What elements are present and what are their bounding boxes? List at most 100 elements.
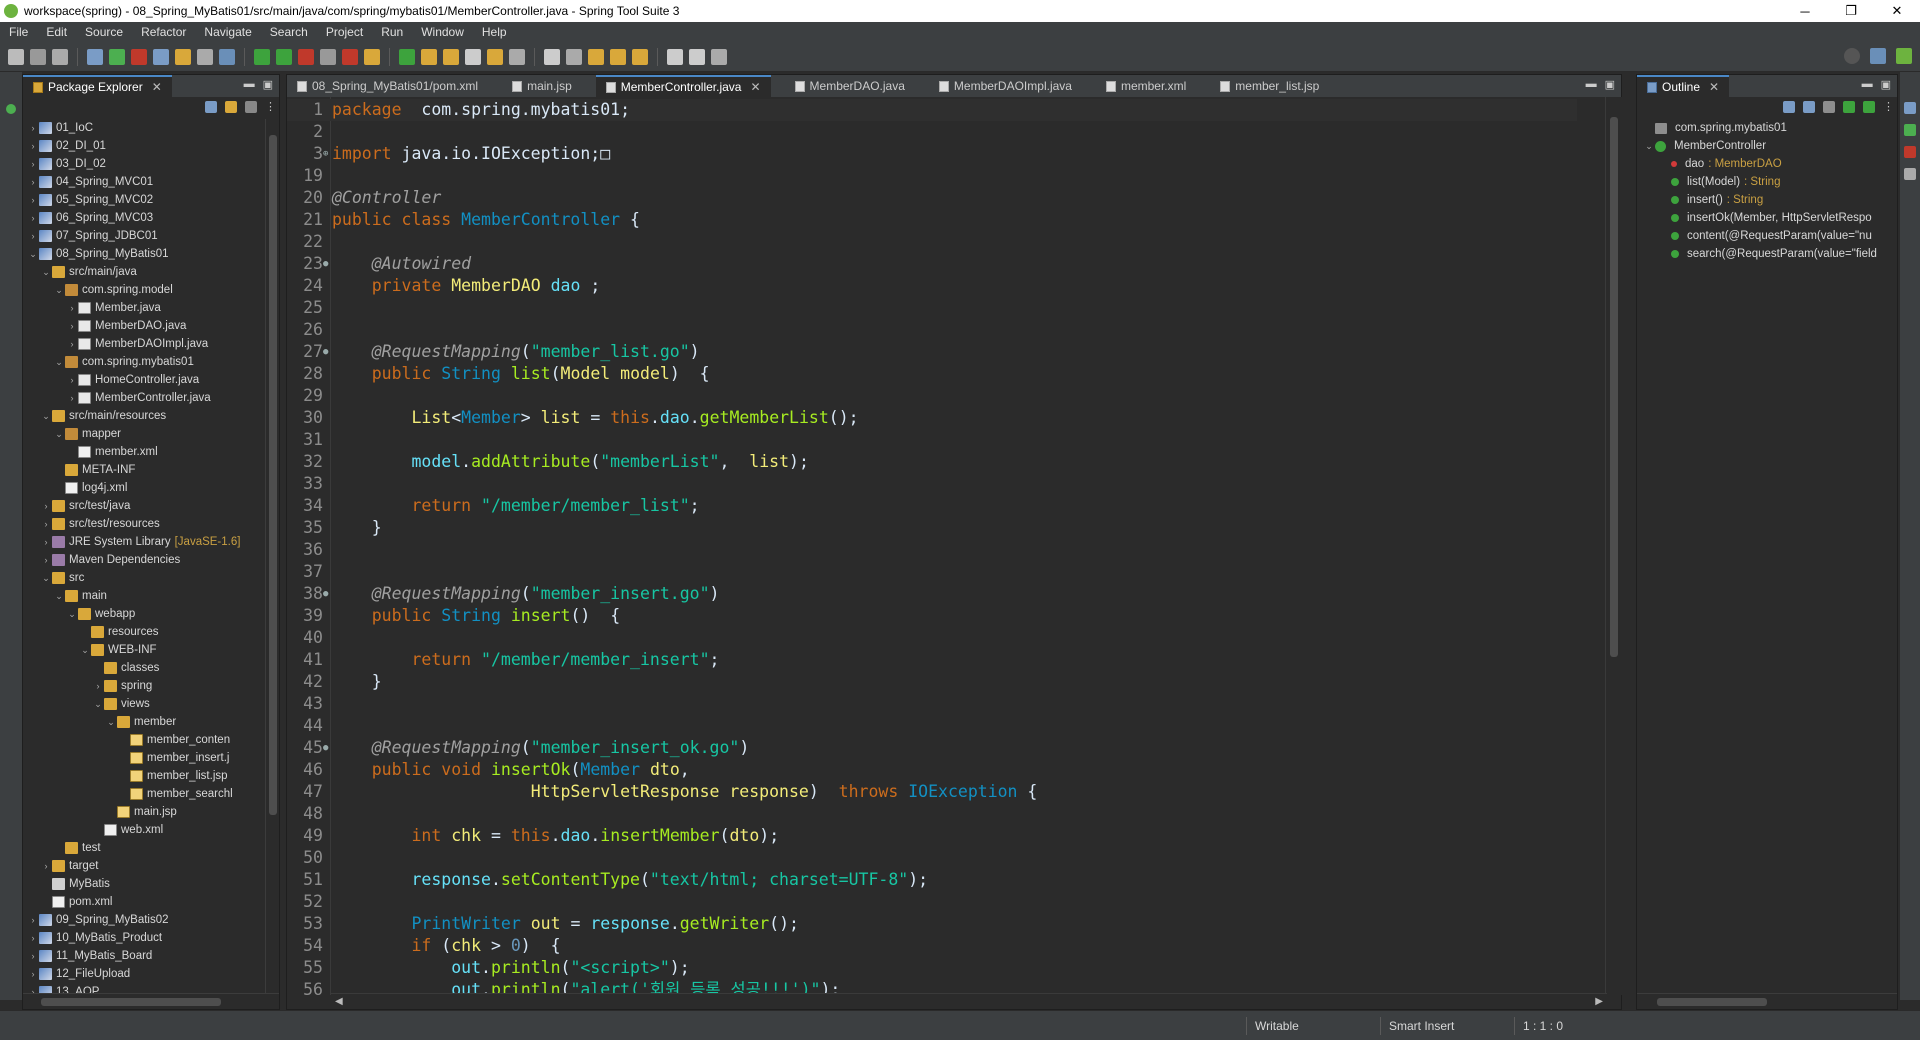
maximize-view-icon[interactable]: ▣ <box>1605 78 1615 91</box>
tree-item[interactable]: member.xml <box>23 443 267 461</box>
editor-horizontal-scrollbar[interactable]: ◀ ▶ <box>331 993 1607 1009</box>
editor-tab[interactable]: main.jsp <box>502 75 582 97</box>
chevron-right-icon[interactable]: › <box>27 911 39 929</box>
toolbar-button-icon[interactable] <box>8 48 24 65</box>
editor-tab[interactable]: MemberController.java ✕ <box>595 75 771 98</box>
editor-vertical-scrollbar[interactable] <box>1605 97 1621 995</box>
fold-marker-icon[interactable]: ● <box>323 341 328 363</box>
close-icon[interactable]: ✕ <box>750 76 760 98</box>
scrollbar-thumb[interactable] <box>1657 998 1767 1006</box>
toolbar-button-icon[interactable] <box>544 48 560 65</box>
editor-tab[interactable]: MemberDAOImpl.java <box>929 75 1082 97</box>
tree-item[interactable]: member_conten <box>23 731 267 749</box>
tree-item[interactable]: › MemberController.java <box>23 389 267 407</box>
hide-nonpublic-icon[interactable] <box>1843 101 1855 113</box>
collapse-all-icon[interactable] <box>205 101 217 113</box>
tree-item[interactable]: › 01_IoC <box>23 119 267 137</box>
editor-tab[interactable]: member_list.jsp <box>1210 75 1329 97</box>
tree-item[interactable]: META-INF <box>23 461 267 479</box>
tree-item[interactable]: web.xml <box>23 821 267 839</box>
maximize-view-icon[interactable]: ▣ <box>263 78 273 91</box>
tab-package-explorer[interactable]: Package Explorer ✕ <box>23 75 172 97</box>
toolbar-button-icon[interactable] <box>30 48 46 65</box>
chevron-down-icon[interactable]: ⌄ <box>53 281 65 299</box>
fold-marker-icon[interactable]: ● <box>323 737 328 759</box>
chevron-down-icon[interactable]: ⌄ <box>53 353 65 371</box>
minimize-view-icon[interactable]: ▬ <box>1862 78 1873 91</box>
outline-item[interactable]: content(@RequestParam(value="nu <box>1637 227 1899 245</box>
toolbar-button-icon[interactable] <box>342 48 358 65</box>
view-menu-icon[interactable]: ⋮ <box>1883 101 1894 113</box>
outline-item[interactable]: insert(): String <box>1637 191 1899 209</box>
toolbar-button-icon[interactable] <box>487 48 503 65</box>
spring-explorer-icon[interactable] <box>1904 124 1916 136</box>
toolbar-button-icon[interactable] <box>509 48 525 65</box>
chevron-right-icon[interactable]: › <box>40 857 52 875</box>
link-with-editor-icon[interactable] <box>225 101 237 113</box>
outline-item[interactable]: ⌄ MemberController <box>1637 137 1899 155</box>
chevron-right-icon[interactable]: › <box>66 389 78 407</box>
outline-item[interactable]: list(Model): String <box>1637 173 1899 191</box>
tree-item[interactable]: ⌄ com.spring.mybatis01 <box>23 353 267 371</box>
toolbar-button-icon[interactable] <box>399 48 415 65</box>
menu-source[interactable]: Source <box>76 25 132 39</box>
tree-item[interactable]: test <box>23 839 267 857</box>
toolbar-button-icon[interactable] <box>254 48 270 65</box>
tree-item[interactable]: ⌄ com.spring.model <box>23 281 267 299</box>
chevron-down-icon[interactable]: ⌄ <box>79 641 91 659</box>
close-icon[interactable]: ✕ <box>1709 76 1719 98</box>
chevron-right-icon[interactable]: › <box>27 137 39 155</box>
tree-item[interactable]: classes <box>23 659 267 677</box>
tree-item[interactable]: › 02_DI_01 <box>23 137 267 155</box>
close-icon[interactable]: ✕ <box>152 76 162 98</box>
minimize-view-icon[interactable]: ▬ <box>244 78 255 91</box>
chevron-right-icon[interactable]: › <box>27 191 39 209</box>
toolbar-button-icon[interactable] <box>566 48 582 65</box>
minimize-view-icon[interactable]: ▬ <box>1586 78 1597 91</box>
tree-item[interactable]: ⌄ main <box>23 587 267 605</box>
tree-item[interactable]: › 12_FileUpload <box>23 965 267 983</box>
tree-item[interactable]: ⌄ src/main/resources <box>23 407 267 425</box>
toolbar-button-icon[interactable] <box>52 48 68 65</box>
toolbar-button-icon[interactable] <box>421 48 437 65</box>
tree-item[interactable]: › 09_Spring_MyBatis02 <box>23 911 267 929</box>
boot-dashboard-icon[interactable] <box>6 104 16 114</box>
hide-fields-icon[interactable] <box>1803 101 1815 113</box>
chevron-right-icon[interactable]: › <box>92 677 104 695</box>
scroll-right-icon[interactable]: ▶ <box>1595 996 1603 1007</box>
menu-run[interactable]: Run <box>372 25 412 39</box>
tree-item[interactable]: › src/test/java <box>23 497 267 515</box>
chevron-right-icon[interactable]: › <box>27 173 39 191</box>
toolbar-button-icon[interactable] <box>364 48 380 65</box>
chevron-down-icon[interactable]: ⌄ <box>66 605 78 623</box>
package-vertical-scrollbar[interactable] <box>265 119 279 993</box>
tree-item[interactable]: › 03_DI_02 <box>23 155 267 173</box>
chevron-down-icon[interactable]: ⌄ <box>53 425 65 443</box>
tree-item[interactable]: ⌄ member <box>23 713 267 731</box>
tree-item[interactable]: › MemberDAO.java <box>23 317 267 335</box>
tree-item[interactable]: › Member.java <box>23 299 267 317</box>
hide-static-icon[interactable] <box>1823 101 1835 113</box>
chevron-right-icon[interactable]: › <box>27 983 39 993</box>
chevron-right-icon[interactable]: › <box>66 299 78 317</box>
tree-item[interactable]: log4j.xml <box>23 479 267 497</box>
tree-item[interactable]: resources <box>23 623 267 641</box>
chevron-down-icon[interactable]: ⌄ <box>40 263 52 281</box>
tree-item[interactable]: › src/test/resources <box>23 515 267 533</box>
filter-icon[interactable] <box>245 101 257 113</box>
menu-file[interactable]: File <box>0 25 37 39</box>
open-perspective-icon[interactable] <box>1870 48 1886 64</box>
menu-refactor[interactable]: Refactor <box>132 25 195 39</box>
toolbar-button-icon[interactable] <box>610 48 626 65</box>
tree-item[interactable]: › 06_Spring_MVC03 <box>23 209 267 227</box>
toolbar-button-icon[interactable] <box>443 48 459 65</box>
toolbar-button-icon[interactable] <box>320 48 336 65</box>
chevron-right-icon[interactable]: › <box>27 965 39 983</box>
menu-project[interactable]: Project <box>317 25 372 39</box>
problems-icon[interactable] <box>1904 146 1916 158</box>
outline-item[interactable]: com.spring.mybatis01 <box>1637 119 1899 137</box>
outline-item[interactable]: search(@RequestParam(value="field <box>1637 245 1899 263</box>
chevron-right-icon[interactable]: › <box>66 371 78 389</box>
task-list-icon[interactable] <box>1904 102 1916 114</box>
tree-item[interactable]: ⌄ views <box>23 695 267 713</box>
